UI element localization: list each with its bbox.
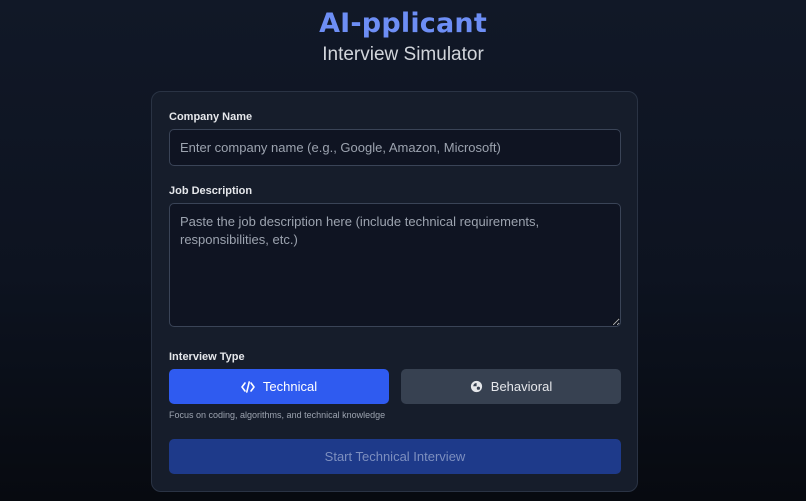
chat-icon	[470, 380, 483, 393]
start-interview-button[interactable]: Start Technical Interview	[169, 439, 621, 474]
behavioral-type-button[interactable]: Behavioral	[401, 369, 621, 404]
app-title: AI-pplicant	[319, 8, 487, 39]
app-header: AI-pplicant Interview Simulator	[0, 0, 806, 67]
job-description-label: Job Description	[169, 185, 253, 197]
interview-type-label: Interview Type	[169, 351, 245, 363]
code-icon	[241, 380, 255, 393]
technical-type-button[interactable]: Technical	[169, 369, 389, 404]
company-name-label: Company Name	[169, 111, 253, 123]
interview-type-hint: Focus on coding, algorithms, and technic…	[169, 410, 386, 420]
job-description-textarea[interactable]	[169, 203, 621, 327]
app-subtitle: Interview Simulator	[322, 44, 484, 65]
company-name-input[interactable]	[169, 129, 621, 166]
technical-type-label: Technical	[262, 379, 318, 394]
interview-setup-card: Company Name Job Description Interview T…	[151, 91, 638, 492]
behavioral-type-label: Behavioral	[490, 379, 553, 394]
